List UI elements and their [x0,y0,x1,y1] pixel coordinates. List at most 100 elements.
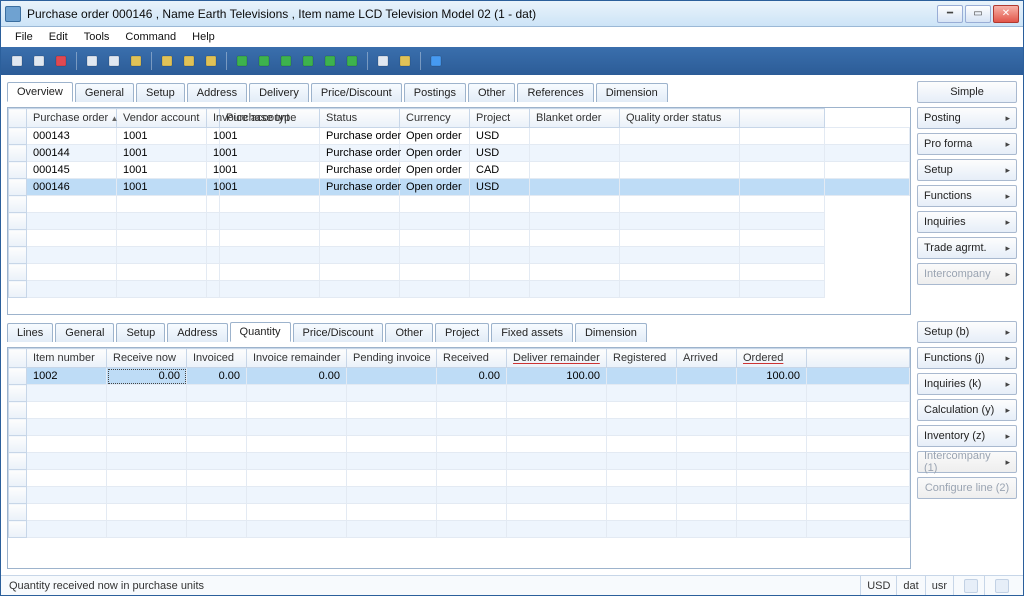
action-functions[interactable]: Functions▸ [917,185,1017,207]
table-row[interactable] [9,213,910,230]
delete-icon[interactable] [51,51,71,71]
filter-adv-icon[interactable] [179,51,199,71]
action-setup[interactable]: Setup▸ [917,159,1017,181]
tab-setup[interactable]: Setup [116,323,165,342]
prev-page-icon[interactable] [254,51,274,71]
table-row[interactable] [9,230,910,247]
tab-dimension[interactable]: Dimension [575,323,647,342]
action-simple[interactable]: Simple [917,81,1017,103]
table-row[interactable] [9,521,910,538]
next-page-icon[interactable] [320,51,340,71]
table-row[interactable]: 00014410011001Purchase orderOpen orderUS… [9,145,910,162]
tab-address[interactable]: Address [167,323,227,342]
alert-icon[interactable] [395,51,415,71]
next-icon[interactable] [298,51,318,71]
save-icon[interactable] [29,51,49,71]
action-setup-b-[interactable]: Setup (b)▸ [917,321,1017,343]
print-icon[interactable] [82,51,102,71]
table-row[interactable] [9,470,910,487]
table-row[interactable] [9,504,910,521]
action-calculation-y-[interactable]: Calculation (y)▸ [917,399,1017,421]
tab-general[interactable]: General [55,323,114,342]
table-row[interactable] [9,385,910,402]
tab-quantity[interactable]: Quantity [230,322,291,342]
col-purchase-order[interactable]: Purchase order [27,109,117,128]
menu-edit[interactable]: Edit [43,29,74,45]
table-row[interactable] [9,264,910,281]
action-functions-j-[interactable]: Functions (j)▸ [917,347,1017,369]
action-inquiries[interactable]: Inquiries▸ [917,211,1017,233]
tab-lines[interactable]: Lines [7,323,53,342]
col-registered[interactable]: Registered [607,349,677,368]
col-project[interactable]: Project [470,109,530,128]
menu-tools[interactable]: Tools [78,29,116,45]
prev-icon[interactable] [276,51,296,71]
tab-setup[interactable]: Setup [136,83,185,102]
col-invoiced[interactable]: Invoiced [187,349,247,368]
tab-address[interactable]: Address [187,83,247,102]
tab-price-discount[interactable]: Price/Discount [293,323,384,342]
tab-price-discount[interactable]: Price/Discount [311,83,402,102]
close-button[interactable]: ✕ [993,5,1019,23]
table-row[interactable]: 00014610011001Purchase orderOpen orderUS… [9,179,910,196]
tab-general[interactable]: General [75,83,134,102]
menu-file[interactable]: File [9,29,39,45]
table-row[interactable] [9,196,910,213]
new-icon[interactable] [7,51,27,71]
lines-tabstrip: LinesGeneralSetupAddressQuantityPrice/Di… [7,321,911,341]
col-invoice-account[interactable]: Invoice account [207,109,220,128]
action-trade-agrmt-[interactable]: Trade agrmt.▸ [917,237,1017,259]
tab-other[interactable]: Other [468,83,516,102]
col-invoice-remainder[interactable]: Invoice remainder [247,349,347,368]
minimize-button[interactable]: ━ [937,5,963,23]
table-row[interactable] [9,419,910,436]
col-status[interactable]: Status [320,109,400,128]
table-row[interactable]: 00014510011001Purchase orderOpen orderCA… [9,162,910,179]
mail-icon[interactable] [126,51,146,71]
col-arrived[interactable]: Arrived [677,349,737,368]
table-row[interactable]: 10020.000.000.000.00100.00100.00 [9,368,910,385]
tab-fixed-assets[interactable]: Fixed assets [491,323,573,342]
orders-grid[interactable]: Purchase orderVendor accountInvoice acco… [8,108,910,298]
table-row[interactable] [9,487,910,504]
help-icon[interactable] [426,51,446,71]
col-receive-now[interactable]: Receive now [107,349,187,368]
table-row[interactable] [9,402,910,419]
tab-other[interactable]: Other [385,323,433,342]
action-posting[interactable]: Posting▸ [917,107,1017,129]
action-inquiries-k-[interactable]: Inquiries (k)▸ [917,373,1017,395]
menu-command[interactable]: Command [119,29,182,45]
table-row[interactable] [9,281,910,298]
col-vendor-account[interactable]: Vendor account [117,109,207,128]
maximize-button[interactable]: ▭ [965,5,991,23]
filter-icon[interactable] [157,51,177,71]
tab-postings[interactable]: Postings [404,83,466,102]
col-currency[interactable]: Currency [400,109,470,128]
doc-icon[interactable] [373,51,393,71]
table-row[interactable] [9,453,910,470]
last-icon[interactable] [342,51,362,71]
col-pending-invoice[interactable]: Pending invoice [347,349,437,368]
first-icon[interactable] [232,51,252,71]
col-received[interactable]: Received [437,349,507,368]
col-item-number[interactable]: Item number [27,349,107,368]
col-quality-order-status[interactable]: Quality order status [620,109,740,128]
col-blanket-order[interactable]: Blanket order [530,109,620,128]
lines-grid[interactable]: Item numberReceive nowInvoicedInvoice re… [8,348,910,538]
col-purchase-type[interactable]: Purchase type [220,109,320,128]
menu-help[interactable]: Help [186,29,221,45]
action-inventory-z-[interactable]: Inventory (z)▸ [917,425,1017,447]
tab-project[interactable]: Project [435,323,489,342]
tab-references[interactable]: References [517,83,593,102]
clear-filter-icon[interactable] [201,51,221,71]
tab-delivery[interactable]: Delivery [249,83,309,102]
tab-overview[interactable]: Overview [7,82,73,102]
col-deliver-remainder[interactable]: Deliver remainder [507,349,607,368]
table-row[interactable] [9,247,910,264]
action-pro-forma[interactable]: Pro forma▸ [917,133,1017,155]
table-row[interactable]: 00014310011001Purchase orderOpen orderUS… [9,128,910,145]
preview-icon[interactable] [104,51,124,71]
tab-dimension[interactable]: Dimension [596,83,668,102]
col-ordered[interactable]: Ordered [737,349,807,368]
table-row[interactable] [9,436,910,453]
